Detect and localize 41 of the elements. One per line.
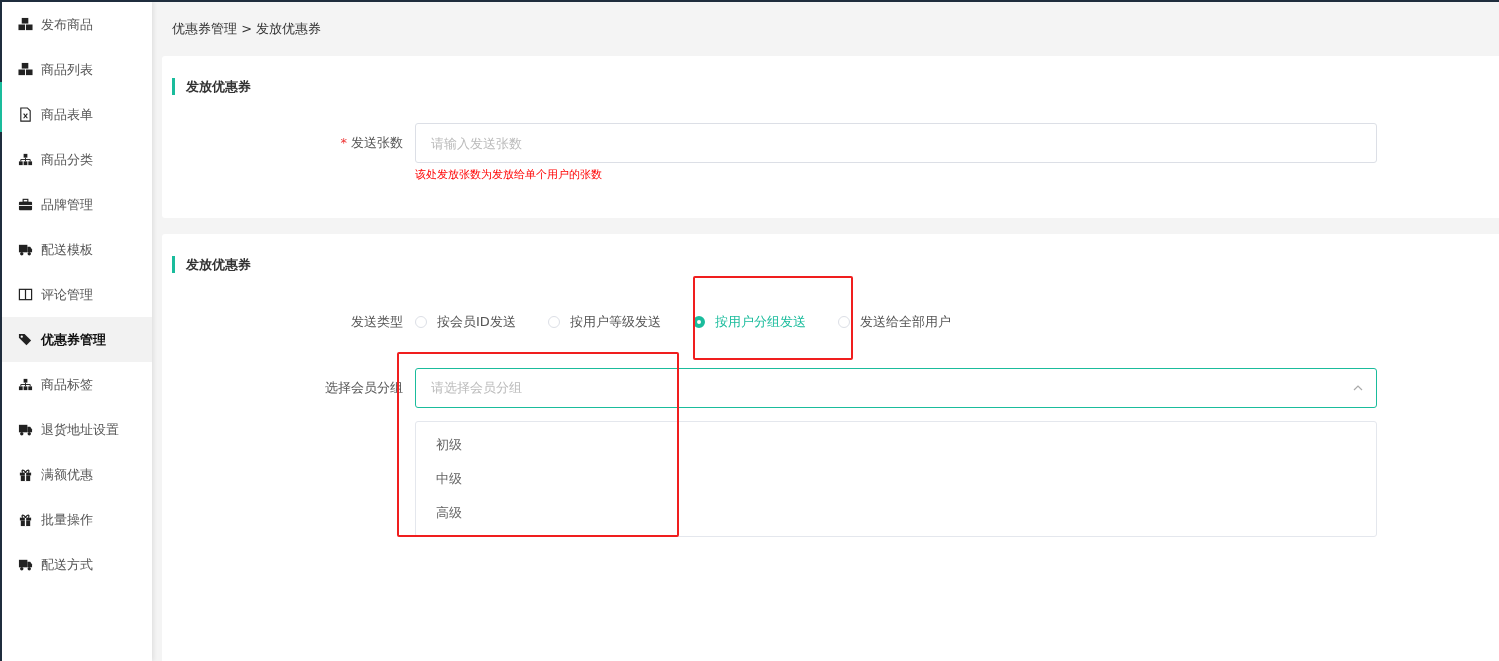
sidebar-item[interactable]: 商品列表 xyxy=(2,47,152,92)
sidebar-item[interactable]: 商品表单 xyxy=(2,92,152,137)
sidebar-item[interactable]: 商品标签 xyxy=(2,362,152,407)
radio-option[interactable]: 发送给全部用户 xyxy=(837,302,951,342)
radio-option[interactable]: 按用户等级发送 xyxy=(547,302,661,342)
required-mark: * xyxy=(340,135,347,150)
sitemap-icon xyxy=(18,377,33,392)
sidebar-item[interactable]: 品牌管理 xyxy=(2,182,152,227)
columns-icon xyxy=(18,287,33,302)
field-label: 发送张数 xyxy=(351,135,403,150)
cubes-icon xyxy=(18,17,33,32)
field-label: 发送类型 xyxy=(351,314,403,329)
tag-icon xyxy=(18,332,33,347)
truck-icon xyxy=(18,242,33,257)
sidebar-item[interactable]: 商品分类 xyxy=(2,137,152,182)
sidebar-item[interactable]: 退货地址设置 xyxy=(2,407,152,452)
truck-icon xyxy=(18,422,33,437)
sitemap-icon xyxy=(18,152,33,167)
sidebar-item[interactable]: 批量操作 xyxy=(2,497,152,542)
sidebar-item[interactable]: 优惠券管理 xyxy=(2,317,152,362)
hint-text: 该处发放张数为发放给单个用户的张数 xyxy=(415,167,603,182)
dropdown-option[interactable]: 初级 xyxy=(416,428,1376,462)
input-field[interactable]: 请输入发送张数 xyxy=(415,123,1377,163)
dropdown-option[interactable]: 高级 xyxy=(416,496,1376,530)
file-icon xyxy=(18,107,33,122)
radio-option[interactable]: 按会员ID发送 xyxy=(415,302,516,342)
briefcase-icon xyxy=(18,197,33,212)
sidebar-item[interactable]: 发布商品 xyxy=(2,2,152,47)
sidebar-item[interactable]: 配送模板 xyxy=(2,227,152,272)
section-title: 发放优惠券 xyxy=(172,56,1499,95)
sidebar-item[interactable]: 配送方式 xyxy=(2,542,152,587)
breadcrumb: 优惠券管理 > 发放优惠券 xyxy=(171,20,323,38)
section-title: 发放优惠券 xyxy=(172,234,1499,273)
gift-icon xyxy=(18,467,33,482)
gift-icon xyxy=(18,512,33,527)
sidebar-item[interactable]: 满额优惠 xyxy=(2,452,152,497)
truck-icon xyxy=(18,557,33,572)
sidebar-item[interactable]: 评论管理 xyxy=(2,272,152,317)
dropdown-option[interactable]: 中级 xyxy=(416,462,1376,496)
scroll-indicator xyxy=(0,82,2,132)
cubes-icon xyxy=(18,62,33,77)
